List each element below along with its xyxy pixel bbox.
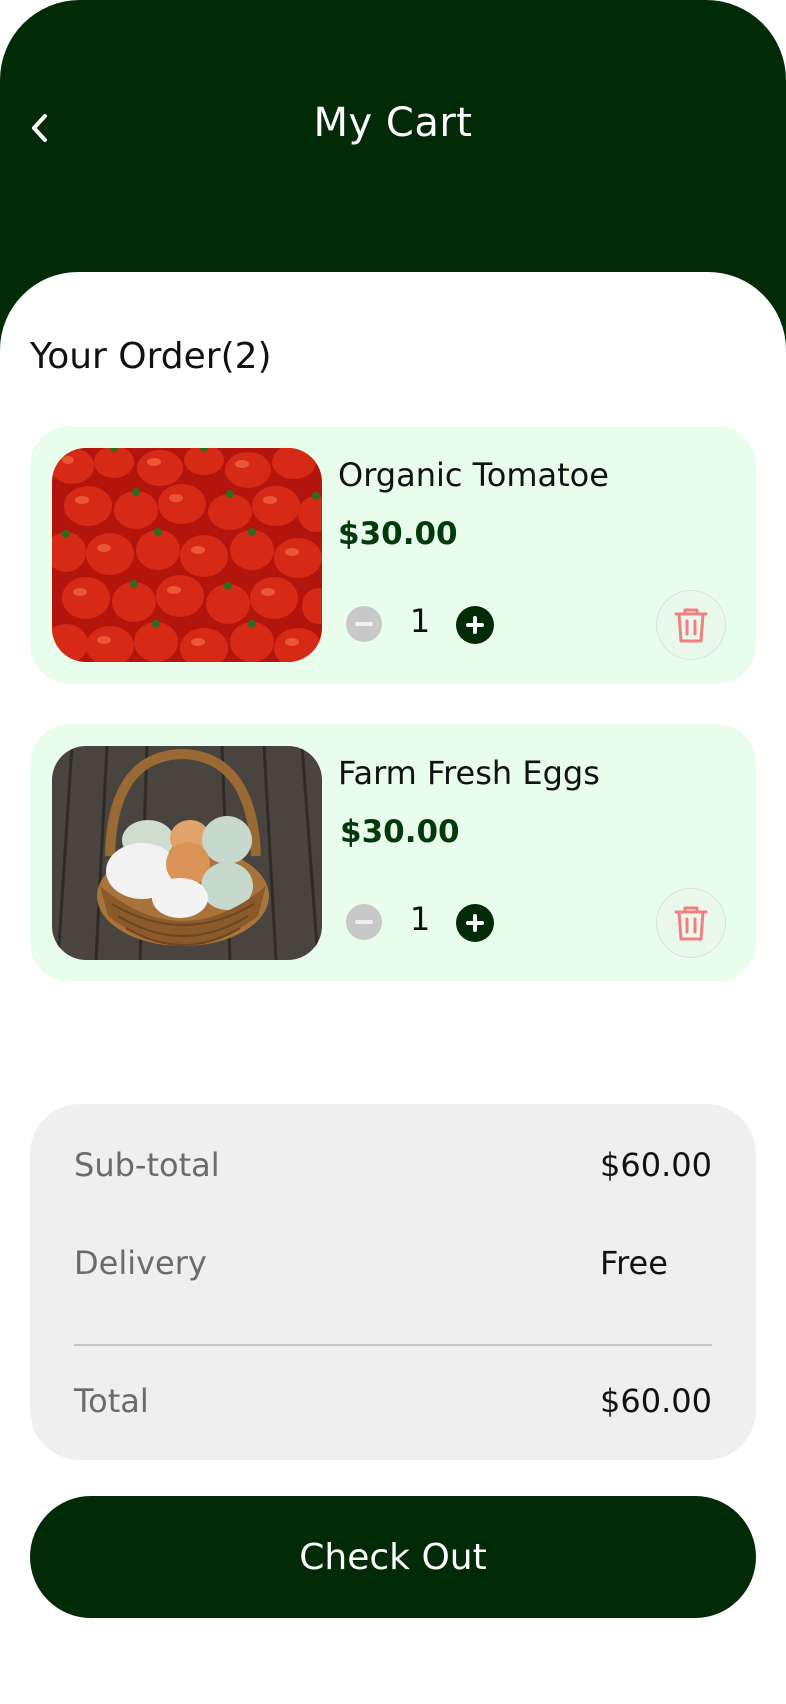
product-name: Organic Tomatoe	[338, 456, 609, 494]
increase-quantity-button[interactable]	[456, 904, 494, 942]
decrease-quantity-button[interactable]	[346, 606, 382, 642]
subtotal-value: $60.00	[600, 1146, 712, 1184]
product-image-eggs	[52, 746, 322, 960]
delete-button[interactable]	[656, 590, 726, 660]
quantity-value: 1	[409, 602, 431, 640]
product-price: $30.00	[340, 814, 460, 850]
quantity-value: 1	[409, 900, 431, 938]
summary-divider	[74, 1344, 712, 1346]
total-label: Total	[74, 1382, 149, 1420]
order-summary: Sub-total $60.00 Delivery Free Total $60…	[30, 1104, 756, 1460]
checkout-button[interactable]: Check Out	[30, 1496, 756, 1618]
delete-button[interactable]	[656, 888, 726, 958]
increase-quantity-button[interactable]	[456, 606, 494, 644]
delivery-label: Delivery	[74, 1244, 207, 1282]
subtotal-label: Sub-total	[74, 1146, 220, 1184]
product-name: Farm Fresh Eggs	[338, 754, 600, 792]
product-image-tomato	[52, 448, 322, 662]
decrease-quantity-button[interactable]	[346, 904, 382, 940]
cart-item: Farm Fresh Eggs $30.00 1	[30, 724, 756, 982]
trash-icon	[674, 608, 708, 643]
product-price: $30.00	[338, 516, 458, 552]
delivery-value: Free	[600, 1244, 668, 1282]
total-value: $60.00	[600, 1382, 712, 1420]
trash-icon	[674, 906, 708, 941]
cart-item: Organic Tomatoe $30.00 1	[30, 426, 756, 684]
page-title: My Cart	[313, 100, 473, 146]
order-title: Your Order(2)	[30, 336, 272, 377]
